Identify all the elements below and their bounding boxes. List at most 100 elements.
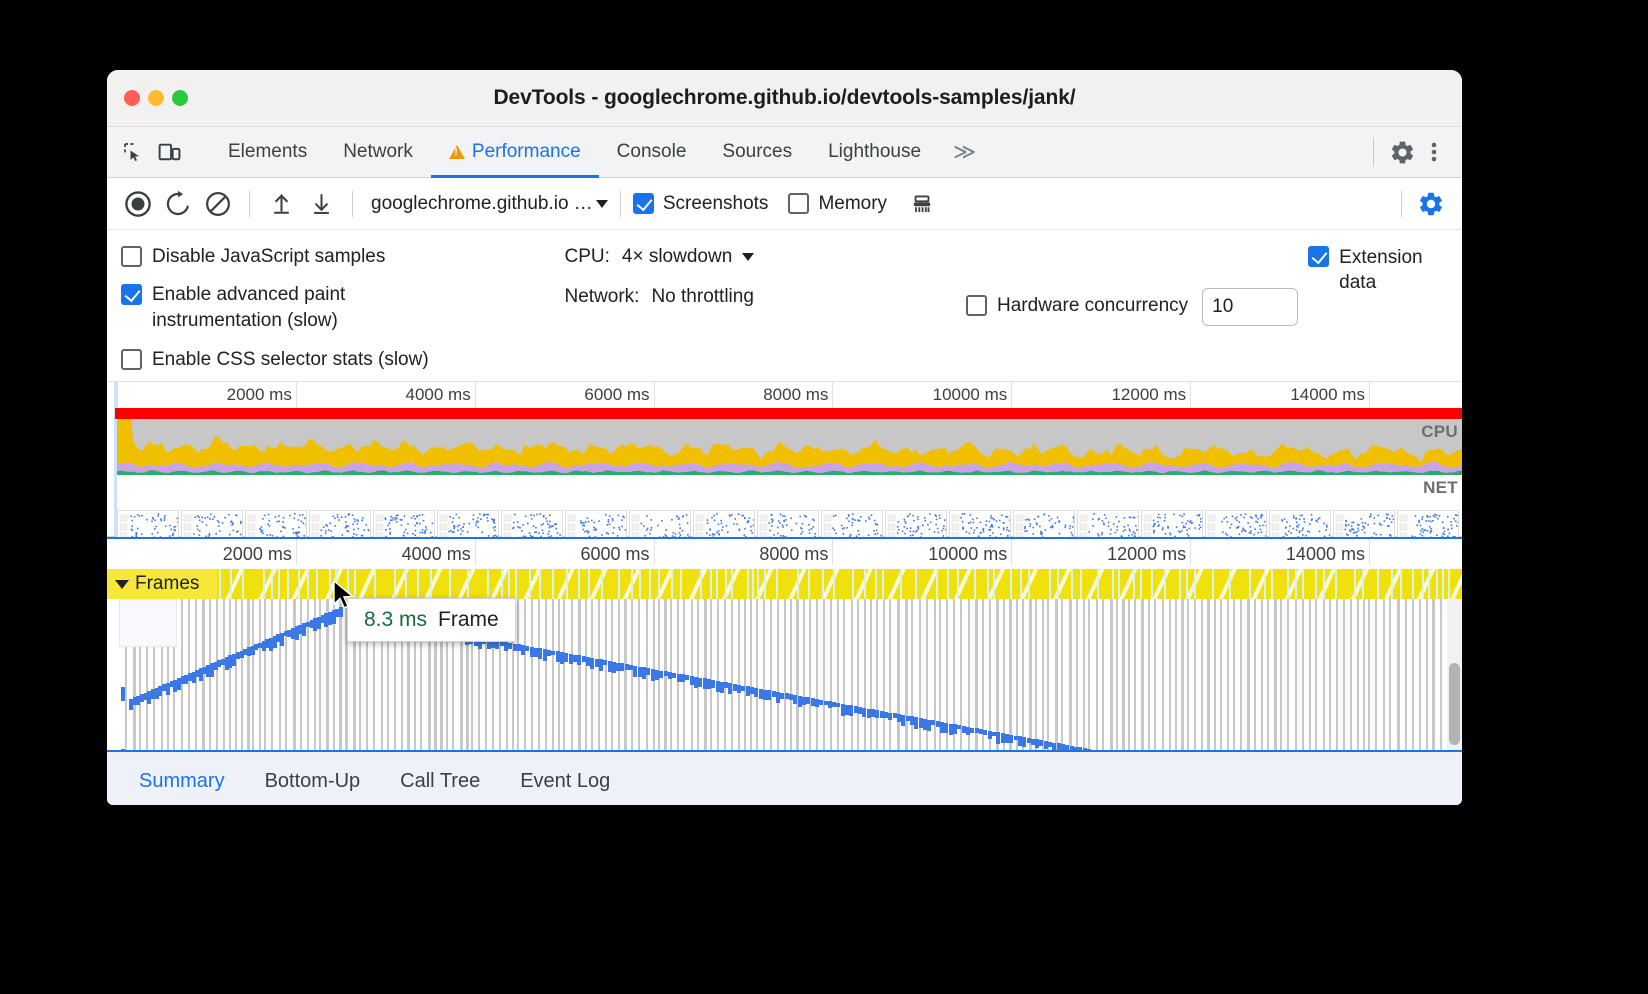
frame-bar[interactable] [1426, 599, 1428, 750]
frame-bar[interactable] [279, 599, 281, 750]
frame-bar[interactable] [744, 599, 746, 750]
frame-bar[interactable] [857, 599, 859, 750]
frame-bar[interactable] [524, 599, 526, 750]
network-throttling-select[interactable]: No throttling [651, 286, 753, 308]
tab-call-tree[interactable]: Call Tree [382, 752, 498, 805]
frame-bar[interactable] [1295, 599, 1297, 750]
download-profile-button[interactable] [302, 185, 340, 223]
frame-bar[interactable] [1254, 599, 1256, 750]
frame-bar[interactable] [1329, 599, 1331, 750]
frame-bar[interactable] [1110, 599, 1113, 750]
frame-bar[interactable] [1287, 599, 1289, 750]
frame-bar[interactable] [1201, 599, 1203, 750]
advanced-paint-checkbox[interactable]: Enable advanced paint instrumentation (s… [121, 282, 554, 334]
frame-bar[interactable] [870, 599, 872, 750]
cpu-throttling-select[interactable]: 4× slowdown [622, 246, 754, 268]
upload-profile-button[interactable] [262, 185, 300, 223]
frame-bar[interactable] [517, 599, 519, 750]
selected-frame-highlight[interactable] [119, 599, 177, 647]
frame-bar[interactable] [1240, 599, 1242, 750]
main-flame-chart[interactable] [107, 599, 1462, 750]
frame-bar[interactable] [710, 599, 712, 750]
frame-bar[interactable] [563, 599, 565, 750]
frame-bar[interactable] [1083, 599, 1085, 750]
chevron-down-icon[interactable] [115, 580, 129, 589]
record-button[interactable] [119, 185, 157, 223]
timeline-overview[interactable]: 2000 ms4000 ms6000 ms8000 ms10000 ms1200… [107, 382, 1462, 537]
frame-bar[interactable] [1009, 599, 1012, 750]
frame-bar[interactable] [1220, 599, 1222, 750]
frame-bar[interactable] [724, 599, 726, 750]
frame-marker[interactable] [121, 749, 125, 750]
frame-bar[interactable] [843, 599, 845, 750]
frame-bar[interactable] [531, 599, 533, 750]
frame-bar[interactable] [830, 599, 832, 750]
frame-bar[interactable] [851, 599, 853, 750]
frame-bar[interactable] [1175, 599, 1177, 750]
frame-bar[interactable] [1233, 599, 1235, 750]
frame-bar[interactable] [809, 599, 811, 750]
tab-network[interactable]: Network [325, 127, 431, 177]
frame-bar[interactable] [796, 599, 799, 750]
tab-lighthouse[interactable]: Lighthouse [810, 127, 939, 177]
frame-bar[interactable] [1389, 599, 1391, 750]
frame-bar[interactable] [1315, 599, 1317, 750]
hardware-concurrency-checkbox[interactable]: Hardware concurrency [966, 293, 1188, 319]
hardware-concurrency-input[interactable]: 10 [1202, 288, 1298, 326]
frame-bar[interactable] [770, 599, 772, 750]
frame-bar[interactable] [571, 599, 573, 750]
frame-bar[interactable] [777, 599, 779, 750]
frame-bar[interactable] [1102, 599, 1104, 750]
maximize-button[interactable] [172, 90, 188, 106]
screenshots-checkbox[interactable]: Screenshots [633, 193, 769, 215]
frame-bar[interactable] [611, 599, 613, 750]
timeline-main-pane[interactable]: 2000 ms4000 ms6000 ms8000 ms10000 ms1200… [107, 537, 1462, 752]
frame-bar[interactable] [905, 599, 908, 750]
frame-bar[interactable] [1061, 599, 1063, 750]
disable-js-samples-checkbox[interactable]: Disable JavaScript samples [121, 244, 554, 270]
frame-bar[interactable] [803, 599, 805, 750]
frame-bar[interactable] [1169, 599, 1171, 750]
frames-track[interactable]: Frames [107, 569, 1462, 599]
reload-and-record-button[interactable] [159, 185, 197, 223]
frame-bar[interactable] [624, 599, 627, 750]
frame-bar[interactable] [837, 599, 839, 750]
frame-bar[interactable] [1357, 599, 1359, 750]
frame-bar[interactable] [864, 599, 866, 750]
frame-bar[interactable] [1029, 599, 1032, 750]
extension-data-checkbox[interactable]: Extension data [1308, 242, 1448, 367]
frame-bar[interactable] [241, 599, 243, 750]
frame-bar[interactable] [285, 599, 287, 750]
frame-bar[interactable] [1096, 599, 1098, 750]
frame-bar[interactable] [247, 599, 250, 750]
frame-bar[interactable] [585, 599, 587, 750]
frame-bar[interactable] [1187, 599, 1189, 750]
frame-bar[interactable] [591, 599, 593, 750]
frame-bar[interactable] [1397, 599, 1400, 750]
frame-bar[interactable] [975, 599, 978, 750]
tab-summary[interactable]: Summary [121, 752, 243, 805]
frame-bar[interactable] [598, 599, 600, 750]
frame-bar[interactable] [558, 599, 560, 750]
main-scrollbar-track[interactable] [1447, 599, 1462, 750]
frame-bar[interactable] [911, 599, 913, 750]
frame-bar[interactable] [1122, 599, 1125, 750]
tab-console[interactable]: Console [599, 127, 705, 177]
frame-bar[interactable] [1432, 599, 1435, 750]
frame-bar[interactable] [750, 599, 752, 750]
settings-gear-icon[interactable] [1388, 138, 1416, 166]
frame-bar[interactable] [1363, 599, 1365, 750]
memory-checkbox[interactable]: Memory [788, 193, 887, 215]
frame-bar[interactable] [1419, 599, 1421, 750]
frame-bar[interactable] [1214, 599, 1216, 750]
frame-bar[interactable] [823, 599, 825, 750]
frame-bar[interactable] [223, 599, 225, 750]
inspect-element-icon[interactable] [120, 138, 148, 166]
frame-bar[interactable] [1368, 599, 1370, 750]
frame-bar[interactable] [1267, 599, 1269, 750]
frame-bar[interactable] [1207, 599, 1210, 750]
frame-bar[interactable] [1350, 599, 1352, 750]
frame-bar[interactable] [271, 599, 273, 750]
frame-bar[interactable] [264, 599, 266, 750]
frame-bar[interactable] [1116, 599, 1118, 750]
